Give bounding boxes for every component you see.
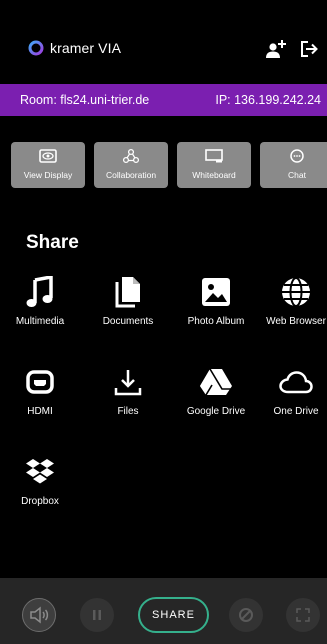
eye-icon — [39, 149, 57, 163]
chat-icon — [290, 149, 304, 163]
stop-button[interactable] — [229, 598, 263, 632]
share-photo-album-label: Photo Album — [187, 316, 245, 327]
stop-icon — [239, 608, 253, 622]
share-one-drive-label: One Drive — [273, 406, 319, 417]
chat-label: Chat — [288, 170, 306, 180]
dropbox-icon — [26, 459, 54, 484]
logo-text: kramer VIA — [50, 40, 121, 56]
logo-brand: kramer — [50, 40, 95, 56]
view-display-label: View Display — [23, 170, 73, 180]
share-web-browser-label: Web Browser — [266, 316, 326, 327]
collaboration-button[interactable]: Collaboration — [94, 142, 168, 188]
mode-buttons: View Display Collaboration Whiteboard Ch… — [11, 142, 327, 188]
app-header: kramer VIA — [0, 0, 327, 82]
share-multimedia[interactable]: Multimedia — [0, 274, 80, 328]
volume-button[interactable] — [22, 598, 56, 632]
share-documents[interactable]: Documents — [88, 274, 168, 328]
chat-button[interactable]: Chat — [260, 142, 327, 188]
globe-icon — [282, 277, 310, 307]
speaker-icon — [30, 606, 49, 624]
add-user-icon — [266, 40, 286, 58]
ip-address: IP: 136.199.242.24 — [215, 93, 321, 107]
fullscreen-button[interactable] — [286, 598, 320, 632]
share-documents-label: Documents — [102, 316, 154, 327]
logo-via: VIA — [98, 40, 122, 56]
kramer-via-logo: kramer VIA — [28, 40, 121, 56]
google-drive-icon — [200, 368, 232, 396]
share-dropbox[interactable]: Dropbox — [0, 454, 80, 508]
download-icon — [114, 370, 142, 396]
collaboration-icon — [122, 148, 140, 164]
pause-button[interactable] — [80, 598, 114, 632]
share-one-drive[interactable]: One Drive — [256, 364, 327, 418]
photo-icon — [202, 278, 230, 306]
share-hdmi-label: HDMI — [27, 406, 53, 417]
cloud-icon — [279, 371, 313, 394]
collaboration-label: Collaboration — [105, 170, 157, 180]
view-display-button[interactable]: View Display — [11, 142, 85, 188]
share-button[interactable]: SHARE — [138, 597, 209, 633]
whiteboard-button[interactable]: Whiteboard — [177, 142, 251, 188]
logout-button[interactable] — [298, 38, 322, 60]
share-multimedia-label: Multimedia — [15, 316, 65, 327]
music-note-icon — [26, 276, 53, 307]
share-google-drive[interactable]: Google Drive — [176, 364, 256, 418]
whiteboard-icon — [205, 149, 223, 163]
share-heading: Share — [26, 232, 79, 253]
documents-icon — [115, 277, 140, 308]
room-name: Room: fls24.uni-trier.de — [20, 93, 150, 107]
add-user-button[interactable] — [264, 38, 288, 60]
share-web-browser[interactable]: Web Browser — [256, 274, 327, 328]
share-files-label: Files — [117, 406, 139, 417]
share-hdmi[interactable]: HDMI — [0, 364, 80, 418]
logout-icon — [301, 41, 318, 57]
share-google-drive-label: Google Drive — [186, 406, 246, 417]
whiteboard-label: Whiteboard — [192, 170, 236, 180]
share-dropbox-label: Dropbox — [21, 496, 59, 507]
kramer-logo-icon — [28, 40, 44, 56]
hdmi-icon — [26, 370, 54, 394]
fullscreen-icon — [296, 608, 310, 622]
share-photo-album[interactable]: Photo Album — [176, 274, 256, 328]
share-files[interactable]: Files — [88, 364, 168, 418]
room-info-bar: Room: fls24.uni-trier.de IP: 136.199.242… — [0, 84, 327, 116]
pause-icon — [93, 610, 101, 620]
